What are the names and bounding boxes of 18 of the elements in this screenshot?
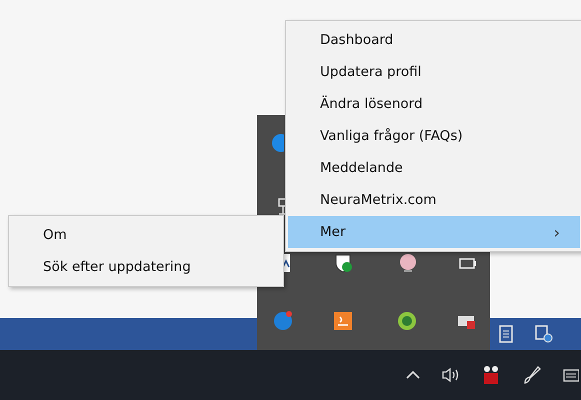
ring-logo-icon[interactable] [397, 311, 417, 331]
keyboard-icon[interactable] [563, 367, 579, 383]
speaker-icon[interactable] [441, 367, 461, 383]
menu-item[interactable]: Ändra lösenord [288, 88, 580, 120]
menu-item[interactable]: Updatera profil [288, 56, 580, 88]
shield-icon[interactable] [333, 253, 353, 273]
menu-item[interactable]: Om [11, 219, 281, 251]
network-window-icon[interactable] [535, 325, 553, 343]
menu-item[interactable]: Meddelande [288, 152, 580, 184]
document-icon[interactable] [499, 325, 513, 343]
menu-item[interactable]: Vanliga frågor (FAQs) [288, 120, 580, 152]
menu-item[interactable]: Mer › [288, 216, 580, 248]
menu-item[interactable]: NeuraMetrix.com [288, 184, 580, 216]
menu-item[interactable]: Dashboard [288, 24, 580, 56]
menu-item-label: Mer [320, 224, 346, 240]
menu-item[interactable]: Sök efter uppdatering [11, 251, 281, 283]
submenu-arrow: › [554, 222, 560, 242]
chevron-up-icon[interactable] [405, 369, 421, 381]
